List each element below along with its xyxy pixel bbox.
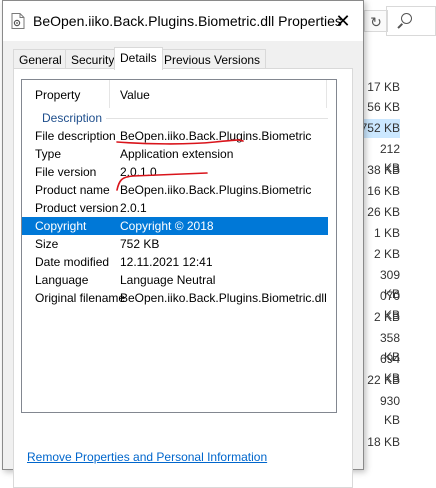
list-row[interactable]: File description BeOpen.iiko.Back.Plugin… [22, 127, 328, 145]
list-row[interactable]: Type Application extension [22, 145, 328, 163]
title-bar[interactable]: BeOpen.iiko.Back.Plugins.Biometric.dll P… [3, 1, 363, 41]
dialog-title: BeOpen.iiko.Back.Plugins.Biometric.dll P… [33, 13, 342, 29]
tab-previous-versions[interactable]: Previous Versions [158, 49, 267, 69]
file-size: 26 KB [367, 205, 400, 219]
property-name: Product version [35, 201, 119, 215]
column-header-value[interactable]: Value [120, 88, 150, 102]
property-name: Language [35, 273, 89, 287]
property-name: File description [35, 129, 116, 143]
group-header-description: Description [42, 111, 103, 125]
tab-security[interactable]: Security [65, 49, 121, 69]
close-button[interactable]: ✕ [323, 1, 363, 41]
property-name: Type [35, 147, 62, 161]
file-size: 17 KB [367, 80, 400, 94]
property-value: 2.0.1.0 [120, 165, 157, 179]
property-name: Product name [35, 183, 110, 197]
property-name: Size [35, 237, 59, 251]
file-size: 56 KB [367, 100, 400, 114]
property-value: Language Neutral [120, 273, 216, 287]
file-size-selected[interactable]: 752 KB [360, 119, 400, 138]
dll-file-icon [11, 13, 25, 29]
file-size: 694 KB [379, 352, 400, 385]
details-list[interactable]: Property Value Description File descript… [21, 79, 337, 413]
list-row[interactable]: Product name BeOpen.iiko.Back.Plugins.Bi… [22, 181, 328, 199]
column-separator[interactable] [326, 80, 327, 108]
list-row[interactable]: Original filename BeOpen.iiko.Back.Plugi… [22, 289, 328, 307]
refresh-icon[interactable]: ↻ [364, 10, 388, 32]
file-size: 1 KB [373, 226, 400, 240]
file-size: 930 KB [379, 394, 400, 427]
group-divider [106, 118, 328, 119]
file-size: 18 KB [367, 435, 400, 449]
search-box[interactable] [386, 6, 436, 36]
search-icon [401, 13, 412, 24]
property-value: Application extension [120, 147, 234, 161]
list-row[interactable]: Date modified 12.11.2021 12:41 [22, 253, 328, 271]
properties-dialog: BeOpen.iiko.Back.Plugins.Biometric.dll P… [2, 0, 364, 488]
tab-details[interactable]: Details [114, 47, 163, 70]
file-size: 38 KB [367, 163, 400, 177]
file-size: 070 KB [379, 289, 400, 322]
column-separator[interactable] [109, 80, 110, 108]
tab-general[interactable]: General [13, 49, 68, 69]
property-name: Original filename [35, 291, 126, 305]
list-row-selected[interactable]: Copyright Copyright © 2018 [22, 217, 328, 235]
property-value: BeOpen.iiko.Back.Plugins.Biometric.dll [120, 291, 327, 305]
file-size: 2 KB [373, 310, 400, 324]
list-row[interactable]: File version 2.0.1.0 [22, 163, 328, 181]
property-value: 752 KB [120, 237, 160, 251]
list-row[interactable]: Language Language Neutral [22, 271, 328, 289]
list-row[interactable]: Size 752 KB [22, 235, 328, 253]
file-size: 2 KB [373, 247, 400, 261]
property-name: Date modified [35, 255, 110, 269]
file-size: 22 KB [367, 373, 400, 387]
property-value: BeOpen.iiko.Back.Plugins.Biometric [120, 183, 312, 197]
property-value: 12.11.2021 12:41 [120, 255, 213, 269]
file-size: 212 KB [379, 142, 400, 175]
property-value: BeOpen.iiko.Back.Plugins.Biometric [120, 129, 312, 143]
list-header: Property Value [22, 80, 336, 110]
property-value: 2.0.1 [120, 201, 147, 215]
property-name: Copyright [35, 219, 87, 233]
property-name: File version [35, 165, 97, 179]
file-size: 309 KB [379, 268, 400, 301]
property-value: Copyright © 2018 [120, 219, 214, 233]
file-size: 358 KB [379, 331, 400, 364]
column-header-property[interactable]: Property [35, 88, 80, 102]
list-row[interactable]: Product version 2.0.1 [22, 199, 328, 217]
file-size: 16 KB [367, 184, 400, 198]
